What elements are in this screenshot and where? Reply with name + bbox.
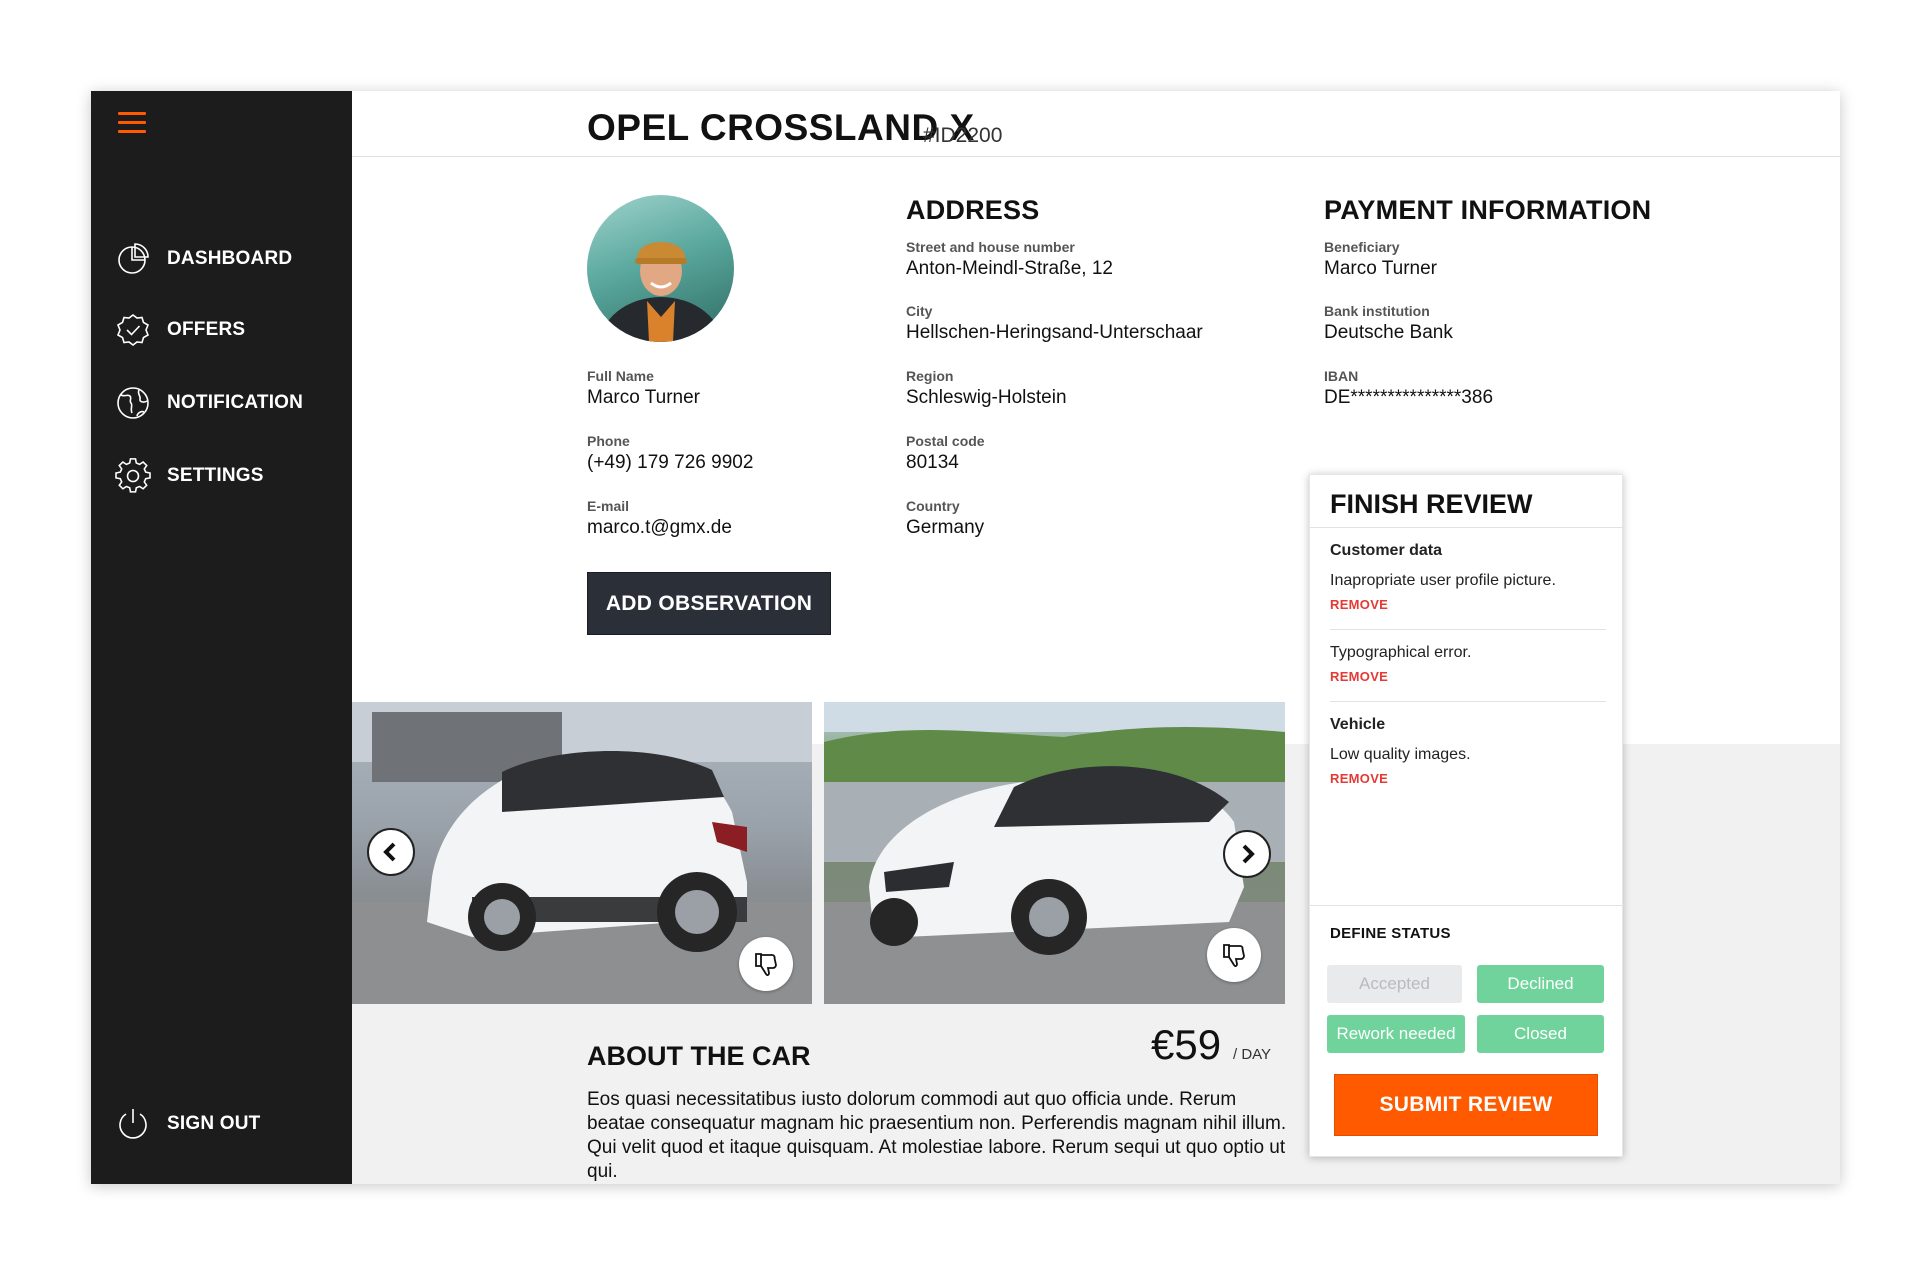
sidebar-item-dashboard[interactable]: DASHBOARD <box>115 239 292 279</box>
sidebar-item-settings[interactable]: SETTINGS <box>115 456 264 496</box>
iban-value: DE***************386 <box>1324 387 1494 408</box>
page-title: OPEL CROSSLAND X <box>587 107 975 148</box>
thumbs-down-icon[interactable] <box>1207 928 1261 982</box>
bank-label: Bank institution <box>1324 303 1430 319</box>
finish-review-panel: FINISH REVIEW Customer data Inapropriate… <box>1309 474 1623 1157</box>
street-value: Anton-Meindl-Straße, 12 <box>906 258 1113 279</box>
full-name-value: Marco Turner <box>587 387 700 408</box>
add-observation-button[interactable]: ADD OBSERVATION <box>587 572 831 635</box>
review-item: Typographical error. <box>1330 644 1472 661</box>
chevron-left-icon[interactable] <box>367 828 415 876</box>
car-photo[interactable] <box>352 702 812 1004</box>
city-value: Hellschen-Heringsand-Unterschaar <box>906 322 1203 343</box>
submit-review-button[interactable]: SUBMIT REVIEW <box>1334 1074 1598 1136</box>
full-name-field: Full Name Marco Turner <box>587 368 700 409</box>
badge-check-icon <box>116 314 150 346</box>
country-field: Country Germany <box>906 498 984 539</box>
globe-icon <box>117 387 149 419</box>
review-category: Customer data <box>1330 542 1443 559</box>
price: €59 <box>1151 1021 1222 1068</box>
status-declined-button[interactable]: Declined <box>1477 965 1604 1003</box>
region-label: Region <box>906 368 954 384</box>
country-value: Germany <box>906 517 985 538</box>
payment-heading: PAYMENT INFORMATION <box>1324 195 1652 225</box>
remove-button[interactable]: REMOVE <box>1330 669 1388 684</box>
gear-icon <box>115 458 151 493</box>
sidebar-item-notification[interactable]: NOTIFICATION <box>115 383 303 423</box>
about-heading: ABOUT THE CAR <box>587 1041 811 1071</box>
postal-field: Postal code 80134 <box>906 433 985 474</box>
phone-label: Phone <box>587 433 630 449</box>
full-name-label: Full Name <box>587 368 654 384</box>
postal-label: Postal code <box>906 433 985 449</box>
thumbs-down-icon[interactable] <box>739 937 793 991</box>
iban-label: IBAN <box>1324 368 1359 384</box>
email-value: marco.t@gmx.de <box>587 517 732 538</box>
iban-field: IBAN DE***************386 <box>1324 368 1493 409</box>
sidebar-item-label: SETTINGS <box>167 465 264 486</box>
review-heading: FINISH REVIEW <box>1310 475 1622 528</box>
status-closed-button[interactable]: Closed <box>1477 1015 1604 1053</box>
address-heading: ADDRESS <box>906 195 1040 225</box>
region-value: Schleswig-Holstein <box>906 387 1067 408</box>
sign-out-label: SIGN OUT <box>167 1113 261 1134</box>
sidebar: DASHBOARD OFFERS NOTIFICATION SETTINGS S… <box>91 91 352 1184</box>
review-category: Vehicle <box>1330 716 1386 733</box>
remove-button[interactable]: REMOVE <box>1330 597 1388 612</box>
pie-chart-icon <box>118 243 149 274</box>
status-heading: DEFINE STATUS <box>1330 925 1451 942</box>
hamburger-icon[interactable] <box>118 112 146 136</box>
postal-value: 80134 <box>906 452 959 473</box>
divider <box>1330 629 1606 630</box>
email-field: E-mail marco.t@gmx.de <box>587 498 732 539</box>
car-photo[interactable] <box>824 702 1285 1004</box>
status-rework-button[interactable]: Rework needed <box>1327 1015 1465 1053</box>
sidebar-item-label: DASHBOARD <box>167 248 293 269</box>
avatar <box>587 195 734 342</box>
country-label: Country <box>906 498 960 514</box>
phone-field: Phone (+49) 179 726 9902 <box>587 433 753 474</box>
beneficiary-label: Beneficiary <box>1324 239 1400 255</box>
header: OPEL CROSSLAND X <box>352 91 1840 157</box>
power-icon <box>119 1109 147 1139</box>
remove-button[interactable]: REMOVE <box>1330 771 1388 786</box>
sidebar-item-label: NOTIFICATION <box>167 392 304 413</box>
beneficiary-field: Beneficiary Marco Turner <box>1324 239 1437 280</box>
vehicle-id: #ID2200 <box>923 124 1003 147</box>
review-item: Low quality images. <box>1330 746 1471 763</box>
review-item: Inapropriate user profile picture. <box>1330 572 1556 589</box>
email-label: E-mail <box>587 498 630 514</box>
bank-value: Deutsche Bank <box>1324 322 1453 343</box>
sidebar-item-label: OFFERS <box>167 319 246 340</box>
chevron-right-icon[interactable] <box>1223 830 1271 878</box>
app-window: DASHBOARD OFFERS NOTIFICATION SETTINGS S… <box>91 91 1840 1184</box>
about-description: Eos quasi necessitatibus iusto dolorum c… <box>587 1089 1287 1182</box>
sign-out-button[interactable]: SIGN OUT <box>115 1104 260 1144</box>
region-field: Region Schleswig-Holstein <box>906 368 1067 409</box>
sidebar-item-offers[interactable]: OFFERS <box>115 310 245 350</box>
price-unit: / DAY <box>1233 1046 1272 1063</box>
street-label: Street and house number <box>906 239 1075 255</box>
status-accepted-button[interactable]: Accepted <box>1327 965 1462 1003</box>
divider <box>1330 701 1606 702</box>
city-label: City <box>906 303 933 319</box>
phone-value: (+49) 179 726 9902 <box>587 452 754 473</box>
street-field: Street and house number Anton-Meindl-Str… <box>906 239 1113 280</box>
beneficiary-value: Marco Turner <box>1324 258 1437 279</box>
bank-field: Bank institution Deutsche Bank <box>1324 303 1453 344</box>
city-field: City Hellschen-Heringsand-Unterschaar <box>906 303 1203 344</box>
divider <box>1310 905 1622 906</box>
